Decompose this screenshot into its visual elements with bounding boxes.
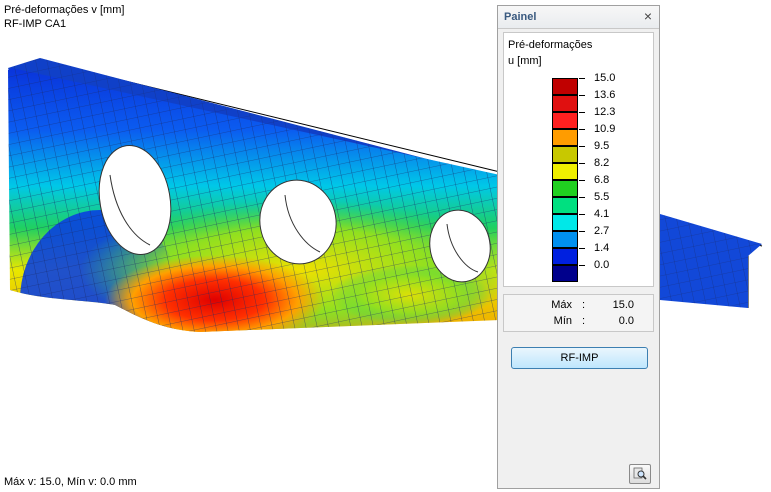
legend-swatch	[552, 197, 578, 214]
legend-tick	[579, 214, 585, 215]
max-label: Máx	[551, 299, 572, 311]
min-label: Mín	[553, 315, 572, 327]
panel-titlebar[interactable]: Painel ×	[498, 6, 659, 29]
legend-value: 8.2	[594, 157, 610, 169]
panel-title: Painel	[504, 11, 537, 23]
legend-title: Pré-deformações	[508, 39, 593, 51]
legend-swatch	[552, 78, 578, 95]
close-icon[interactable]: ×	[641, 9, 655, 23]
legend-value: 10.9	[594, 123, 616, 135]
settings-button[interactable]	[629, 464, 651, 484]
legend-swatch	[552, 112, 578, 129]
legend-tick	[579, 112, 585, 113]
legend-swatch	[552, 129, 578, 146]
legend-tick	[579, 248, 585, 249]
color-legend: Pré-deformações u [mm] 15.0 13.6 12.3 10.9 9…	[503, 32, 654, 287]
rf-imp-button[interactable]: RF-IMP	[511, 347, 648, 369]
legend-tick	[579, 78, 585, 79]
max-value: 15.0	[612, 299, 634, 311]
legend-tick	[579, 197, 585, 198]
magnifier-settings-icon	[633, 467, 647, 480]
legend-tick	[579, 95, 585, 96]
load-case-label: RF-IMP CA1	[4, 18, 67, 30]
max-colon: :	[582, 299, 586, 311]
legend-value: 0.0	[594, 259, 610, 271]
legend-value: 12.3	[594, 106, 616, 118]
legend-value: 5.5	[594, 191, 610, 203]
legend-unit: u [mm]	[508, 55, 542, 67]
legend-tick	[579, 163, 585, 164]
legend-value: 6.8	[594, 174, 610, 186]
legend-swatch	[552, 95, 578, 112]
legend-scale: 15.0 13.6 12.3 10.9 9.5 8.2 6.8 5.5 4.1 2.7 1.4 0.0	[552, 72, 642, 282]
legend-tick	[579, 129, 585, 130]
legend-swatch	[552, 214, 578, 231]
legend-swatch	[552, 231, 578, 248]
legend-value: 1.4	[594, 242, 610, 254]
legend-swatch	[552, 180, 578, 197]
legend-tick	[579, 180, 585, 181]
min-value: 0.0	[618, 315, 634, 327]
legend-swatch	[552, 265, 578, 282]
control-panel: Painel × Pré-deformações u [mm] 15.0 13.6…	[497, 5, 660, 489]
legend-value: 2.7	[594, 225, 610, 237]
legend-value: 15.0	[594, 72, 616, 84]
min-colon: :	[582, 315, 586, 327]
legend-value: 13.6	[594, 89, 616, 101]
legend-tick	[579, 146, 585, 147]
max-min-status: Máx v: 15.0, Mín v: 0.0 mm	[4, 476, 137, 488]
legend-swatch	[552, 146, 578, 163]
legend-value: 4.1	[594, 208, 610, 220]
result-title: Pré-deformações v [mm]	[4, 4, 125, 16]
legend-tick	[579, 231, 585, 232]
legend-tick	[579, 265, 585, 266]
legend-value: 9.5	[594, 140, 610, 152]
min-max-box: Máx : 15.0 Mín : 0.0	[503, 294, 654, 332]
legend-swatch	[552, 248, 578, 265]
legend-swatch	[552, 163, 578, 180]
